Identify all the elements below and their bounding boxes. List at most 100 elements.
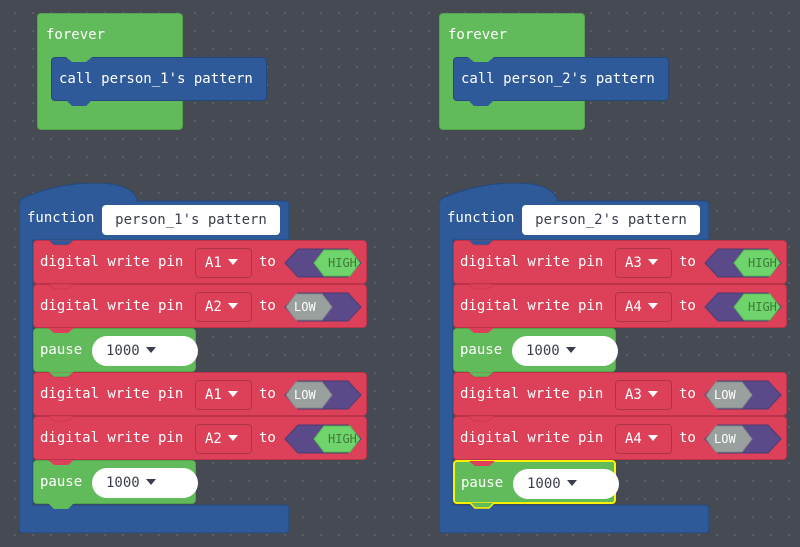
pause-duration-value: 1000 <box>106 475 140 491</box>
pin-value-toggle[interactable]: LOW <box>704 380 782 410</box>
pin-dropdown[interactable]: A4 <box>615 424 672 454</box>
digital-write-label: digital write pin <box>40 430 184 446</box>
block-tab-icon <box>48 503 74 509</box>
digital-write-label: digital write pin <box>460 298 604 314</box>
pause-block[interactable]: pause 1000 ms <box>33 460 198 509</box>
pause-label: pause <box>40 342 83 358</box>
block-notch-icon <box>468 284 494 290</box>
block-notch-icon <box>468 57 494 62</box>
pin-value: A4 <box>625 299 642 315</box>
pin-value-toggle[interactable]: LOW <box>284 380 362 410</box>
pin-dropdown[interactable]: A3 <box>615 380 672 410</box>
function-keyword: function <box>447 210 515 226</box>
chevron-down-icon <box>227 303 238 309</box>
block-notch-icon <box>48 240 74 246</box>
pin-value: A4 <box>625 431 642 447</box>
function-keyword: function <box>27 210 95 226</box>
chevron-down-icon <box>227 391 238 397</box>
digital-write-label: digital write pin <box>460 386 604 402</box>
digital-write-label: digital write pin <box>460 254 604 270</box>
pause-duration-value: 1000 <box>527 476 561 492</box>
pin-dropdown[interactable]: A2 <box>195 292 252 322</box>
forever-label: forever <box>448 27 508 43</box>
block-notch-icon <box>48 460 74 465</box>
toggle-value: HIGH <box>748 300 777 314</box>
block-tab-icon <box>468 100 494 106</box>
forever-label: forever <box>46 27 106 43</box>
to-label: to <box>259 298 276 314</box>
digital-write-block[interactable]: digital write pin A2 to HIGH <box>33 416 367 460</box>
function-name-field[interactable]: person_1's pattern <box>102 205 280 235</box>
digital-write-block[interactable]: digital write pin A4 to LOW <box>453 416 787 460</box>
ms-label: ms <box>170 474 187 490</box>
block-notch-icon <box>48 284 74 290</box>
to-label: to <box>679 298 696 314</box>
pin-value-toggle[interactable]: HIGH <box>704 248 782 278</box>
to-label: to <box>259 254 276 270</box>
chevron-down-icon <box>647 303 658 309</box>
pause-block[interactable]: pause 1000 ms <box>33 328 198 377</box>
pause-duration-value: 1000 <box>106 343 140 359</box>
digital-write-block[interactable]: digital write pin A3 to LOW <box>453 372 787 416</box>
toggle-value: LOW <box>294 300 316 314</box>
to-label: to <box>259 430 276 446</box>
block-notch-icon <box>48 328 74 333</box>
block-tab-icon <box>469 502 495 509</box>
digital-write-label: digital write pin <box>460 430 604 446</box>
call-person-2-pattern-block[interactable]: call person_2's pattern <box>453 57 669 106</box>
digital-write-label: digital write pin <box>40 386 184 402</box>
pin-value-toggle[interactable]: HIGH <box>284 424 362 454</box>
chevron-down-icon <box>145 347 156 353</box>
digital-write-block[interactable]: digital write pin A2 to LOW <box>33 284 367 328</box>
block-notch-icon <box>48 416 74 422</box>
digital-write-label: digital write pin <box>40 298 184 314</box>
pin-value: A3 <box>625 255 642 271</box>
pin-dropdown[interactable]: A3 <box>615 248 672 278</box>
call-person-1-pattern-block[interactable]: call person_1's pattern <box>51 57 267 106</box>
block-notch-icon <box>468 328 494 333</box>
digital-write-block[interactable]: digital write pin A4 to HIGH <box>453 284 787 328</box>
ms-label: ms <box>170 342 187 358</box>
ms-label: ms <box>590 342 607 358</box>
pin-value: A1 <box>205 387 222 403</box>
chevron-down-icon <box>647 391 658 397</box>
pin-value-toggle[interactable]: HIGH <box>704 292 782 322</box>
pin-value: A2 <box>205 431 222 447</box>
to-label: to <box>679 430 696 446</box>
chevron-down-icon <box>145 479 156 485</box>
block-notch-icon <box>468 416 494 422</box>
toggle-value: LOW <box>714 432 736 446</box>
toggle-value: LOW <box>294 388 316 402</box>
pin-value-toggle[interactable]: HIGH <box>284 248 362 278</box>
toggle-value: LOW <box>714 388 736 402</box>
digital-write-label: digital write pin <box>40 254 184 270</box>
pin-dropdown[interactable]: A1 <box>195 380 252 410</box>
pin-value-toggle[interactable]: LOW <box>704 424 782 454</box>
chevron-down-icon <box>227 259 238 265</box>
pin-dropdown[interactable]: A4 <box>615 292 672 322</box>
pin-value: A2 <box>205 299 222 315</box>
function-block-2[interactable]: function person_2's pattern digital writ… <box>439 183 787 533</box>
function-name-field[interactable]: person_2's pattern <box>522 205 700 235</box>
block-notch-icon <box>468 240 494 246</box>
pause-label: pause <box>461 475 504 491</box>
pin-dropdown[interactable]: A2 <box>195 424 252 454</box>
ms-label: ms <box>591 475 608 491</box>
pin-dropdown[interactable]: A1 <box>195 248 252 278</box>
call-label: call person_2's pattern <box>461 71 655 87</box>
block-notch-icon <box>66 57 92 62</box>
pause-label: pause <box>40 474 83 490</box>
pin-value-toggle[interactable]: LOW <box>284 292 362 322</box>
toggle-value: HIGH <box>328 256 357 270</box>
to-label: to <box>679 254 696 270</box>
call-label: call person_1's pattern <box>59 71 253 87</box>
to-label: to <box>679 386 696 402</box>
chevron-down-icon <box>647 259 658 265</box>
pause-block[interactable]: pause 1000 ms <box>453 328 618 377</box>
chevron-down-icon <box>565 347 576 353</box>
function-block-1[interactable]: function person_1's pattern digital writ… <box>19 183 367 533</box>
pause-block-selected[interactable]: pause 1000 ms <box>453 460 619 509</box>
digital-write-block[interactable]: digital write pin A1 to LOW <box>33 372 367 416</box>
digital-write-block[interactable]: digital write pin A3 to HIGH <box>453 240 787 284</box>
digital-write-block[interactable]: digital write pin A1 to HIGH <box>33 240 367 284</box>
